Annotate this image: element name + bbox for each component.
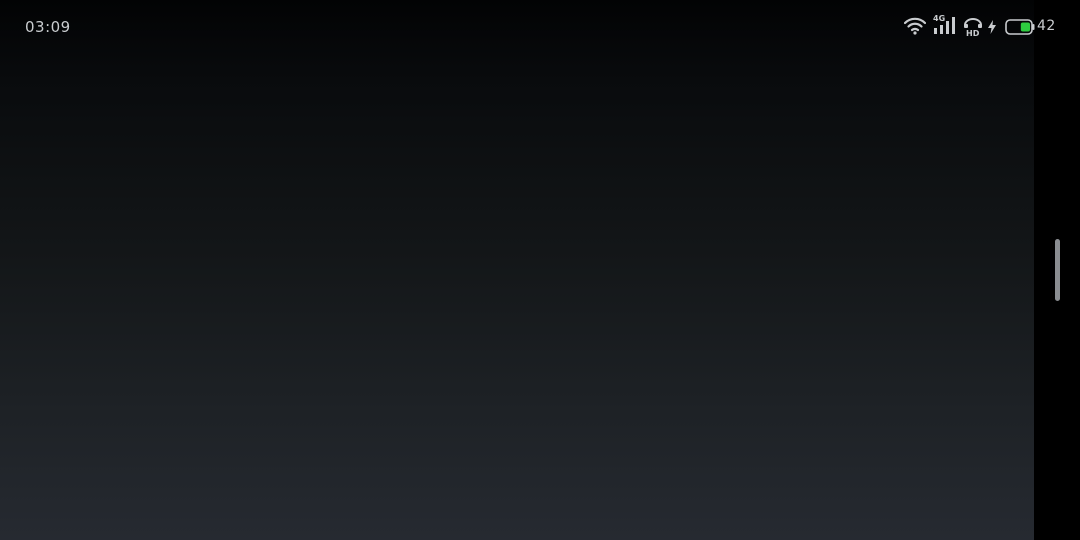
battery-level-text: 42 bbox=[1037, 18, 1056, 34]
wifi-icon bbox=[903, 17, 927, 39]
hd-voice-icon: HD bbox=[963, 17, 983, 41]
scroll-handle[interactable] bbox=[1055, 239, 1060, 301]
status-bar: 03:09 4G HD 42 bbox=[0, 0, 1080, 54]
main-content-area bbox=[0, 0, 1034, 540]
charging-icon bbox=[987, 19, 997, 38]
svg-text:HD: HD bbox=[966, 29, 980, 37]
battery-icon bbox=[1005, 19, 1035, 39]
screen: 03:09 4G HD 42 bbox=[0, 0, 1080, 540]
status-time: 03:09 bbox=[25, 18, 71, 36]
signal-icon bbox=[933, 16, 957, 40]
